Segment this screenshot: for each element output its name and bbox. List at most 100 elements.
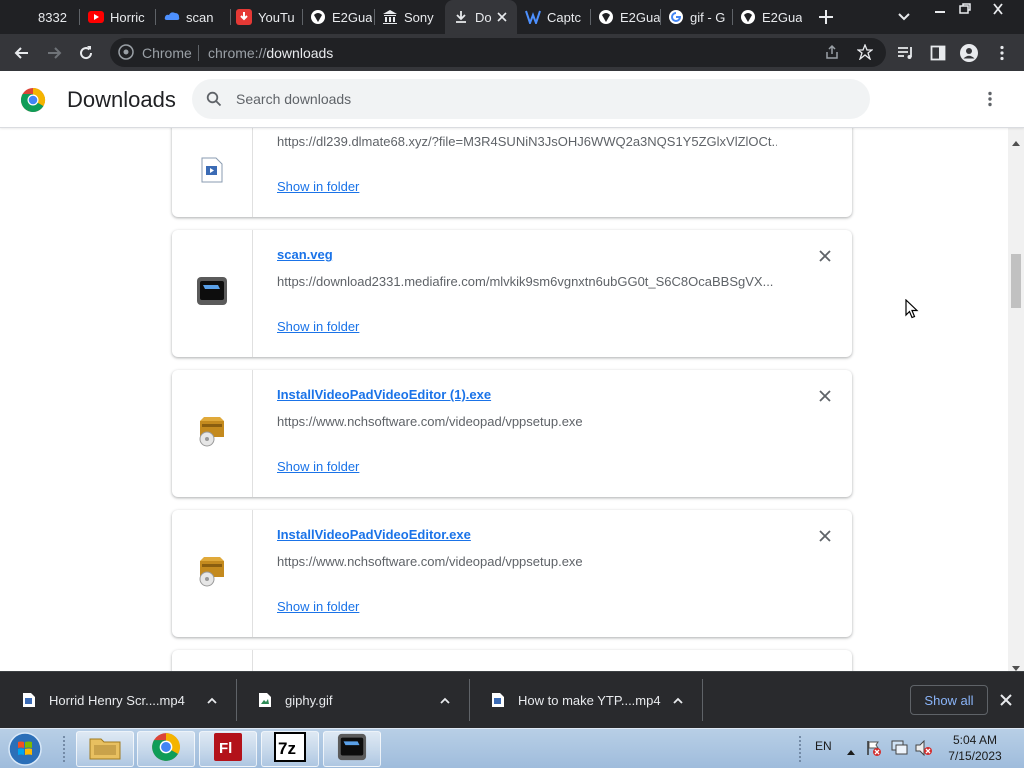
remove-download-icon[interactable] <box>818 389 832 403</box>
downloads-list: https://dl239.dlmate68.xyz/?file=M3R4SUN… <box>0 128 1008 671</box>
download-shelf: Horrid Henry Scr....mp4 giphy.gif How to… <box>0 671 1024 728</box>
svg-text:7z: 7z <box>278 739 296 758</box>
taskbar-flash-button[interactable]: Fl <box>199 731 257 767</box>
network-icon[interactable] <box>891 740 909 761</box>
video-file-icon <box>22 692 36 708</box>
language-indicator[interactable]: EN <box>815 739 832 753</box>
close-shelf-icon[interactable] <box>999 693 1013 707</box>
bookmark-star-icon[interactable] <box>856 43 874 65</box>
tab-title: scan <box>186 9 214 25</box>
address-bar[interactable]: Chrome chrome://downloads <box>110 38 886 67</box>
url-text: chrome://downloads <box>208 45 333 61</box>
new-tab-button[interactable] <box>814 5 838 29</box>
tab-6[interactable]: Sony <box>374 0 445 34</box>
tab-4[interactable]: YouTu <box>228 0 301 34</box>
tab-title: gif - G <box>690 9 726 25</box>
close-tab-icon[interactable] <box>493 8 511 26</box>
side-panel-icon[interactable] <box>927 42 949 64</box>
show-in-folder-link[interactable]: Show in folder <box>277 179 359 194</box>
tab-title: YouTu <box>258 9 295 25</box>
scroll-up-icon[interactable] <box>1012 133 1020 151</box>
e2guardian-icon <box>740 9 756 25</box>
download-url: https://download2331.mediafire.com/mlvki… <box>277 274 774 289</box>
action-center-icon[interactable] <box>866 740 882 761</box>
taskbar-vegas-button[interactable] <box>323 731 381 767</box>
download-item: https://dl239.dlmate68.xyz/?file=M3R4SUN… <box>172 128 852 217</box>
tab-2[interactable]: Horric <box>80 0 153 34</box>
remove-download-icon[interactable] <box>818 529 832 543</box>
tab-1[interactable]: 8332 <box>30 0 76 34</box>
download-icon <box>453 9 469 25</box>
start-button[interactable] <box>6 731 44 767</box>
show-in-folder-link[interactable]: Show in folder <box>277 599 359 614</box>
downloads-header: Downloads Search downloads <box>0 71 1024 128</box>
show-all-button[interactable]: Show all <box>910 685 988 715</box>
show-hidden-icons-icon[interactable] <box>846 743 856 761</box>
tab-10[interactable]: gif - G <box>660 0 732 34</box>
tab-7-active[interactable]: Do <box>445 0 517 34</box>
tab-search-chevron-icon[interactable] <box>893 6 915 28</box>
taskbar-chrome-button[interactable] <box>137 731 195 767</box>
url-host: downloads <box>266 45 334 61</box>
forward-button[interactable] <box>43 42 65 64</box>
chevron-up-icon[interactable] <box>672 694 684 706</box>
show-in-folder-link[interactable]: Show in folder <box>277 459 359 474</box>
video-file-icon <box>491 692 505 708</box>
tab-title: Sony <box>404 9 434 25</box>
taskbar-7zip-button[interactable]: 7z <box>261 731 319 767</box>
system-clock[interactable]: 5:04 AM 7/15/2023 <box>940 732 1010 764</box>
windows-taskbar: Fl 7z EN 5:04 AM 7/15/2023 <box>0 728 1024 768</box>
site-label: Chrome <box>142 45 192 61</box>
chrome-logo-icon <box>20 87 46 118</box>
chrome-menu-icon[interactable] <box>991 42 1013 64</box>
search-icon <box>206 91 222 112</box>
shelf-download-item[interactable]: Horrid Henry Scr....mp4 <box>0 672 236 729</box>
download-item <box>172 650 852 671</box>
download-item: InstallVideoPadVideoEditor.exe https://w… <box>172 510 852 637</box>
browser-toolbar: Chrome chrome://downloads <box>0 34 1024 71</box>
chevron-up-icon[interactable] <box>439 694 451 706</box>
shelf-download-item[interactable]: How to make YTP....mp4 <box>469 672 702 729</box>
restore-button[interactable] <box>951 0 979 18</box>
tab-9[interactable]: E2Gua <box>590 0 660 34</box>
download-url: https://www.nchsoftware.com/videopad/vpp… <box>277 414 583 429</box>
media-controls-icon[interactable] <box>895 42 917 64</box>
file-icon-column <box>172 370 253 497</box>
minimize-button[interactable] <box>926 0 954 18</box>
download-url: https://www.nchsoftware.com/videopad/vpp… <box>277 554 583 569</box>
file-icon-column <box>172 128 253 217</box>
tab-8[interactable]: Captc <box>517 0 590 34</box>
captcha-icon <box>525 9 541 25</box>
remove-download-icon[interactable] <box>818 249 832 263</box>
download-filename-link[interactable]: InstallVideoPadVideoEditor.exe <box>277 527 471 542</box>
tab-title: Horric <box>110 9 145 25</box>
shelf-download-item[interactable]: giphy.gif <box>236 672 469 729</box>
download-filename-link[interactable]: scan.veg <box>277 247 333 262</box>
chrome-icon <box>151 732 181 767</box>
share-icon[interactable] <box>824 44 840 65</box>
tab-5[interactable]: E2Gua <box>302 0 373 34</box>
search-placeholder: Search downloads <box>236 91 352 107</box>
file-icon-column <box>172 230 253 357</box>
video-file-icon <box>201 157 223 188</box>
youtube-icon <box>88 9 104 25</box>
profile-avatar-icon[interactable] <box>958 42 980 64</box>
shelf-filename: How to make YTP....mp4 <box>518 693 661 708</box>
back-button[interactable] <box>11 42 33 64</box>
show-in-folder-link[interactable]: Show in folder <box>277 319 359 334</box>
reload-button[interactable] <box>75 42 97 64</box>
tab-3[interactable]: scan <box>156 0 229 34</box>
close-window-button[interactable] <box>984 0 1012 18</box>
clock-time: 5:04 AM <box>952 733 998 747</box>
tab-title: 8332 <box>38 9 67 25</box>
tab-title: E2Gua <box>762 9 802 25</box>
scrollbar-thumb[interactable] <box>1011 254 1021 308</box>
search-downloads-input[interactable]: Search downloads <box>192 79 870 119</box>
taskbar-explorer-button[interactable] <box>76 731 134 767</box>
downloads-menu-icon[interactable] <box>984 91 996 112</box>
download-filename-link[interactable]: InstallVideoPadVideoEditor (1).exe <box>277 387 491 402</box>
volume-muted-icon[interactable] <box>915 739 933 761</box>
tab-11[interactable]: E2Gua <box>732 0 802 34</box>
chevron-up-icon[interactable] <box>206 694 218 706</box>
page-scrollbar[interactable] <box>1008 128 1024 671</box>
